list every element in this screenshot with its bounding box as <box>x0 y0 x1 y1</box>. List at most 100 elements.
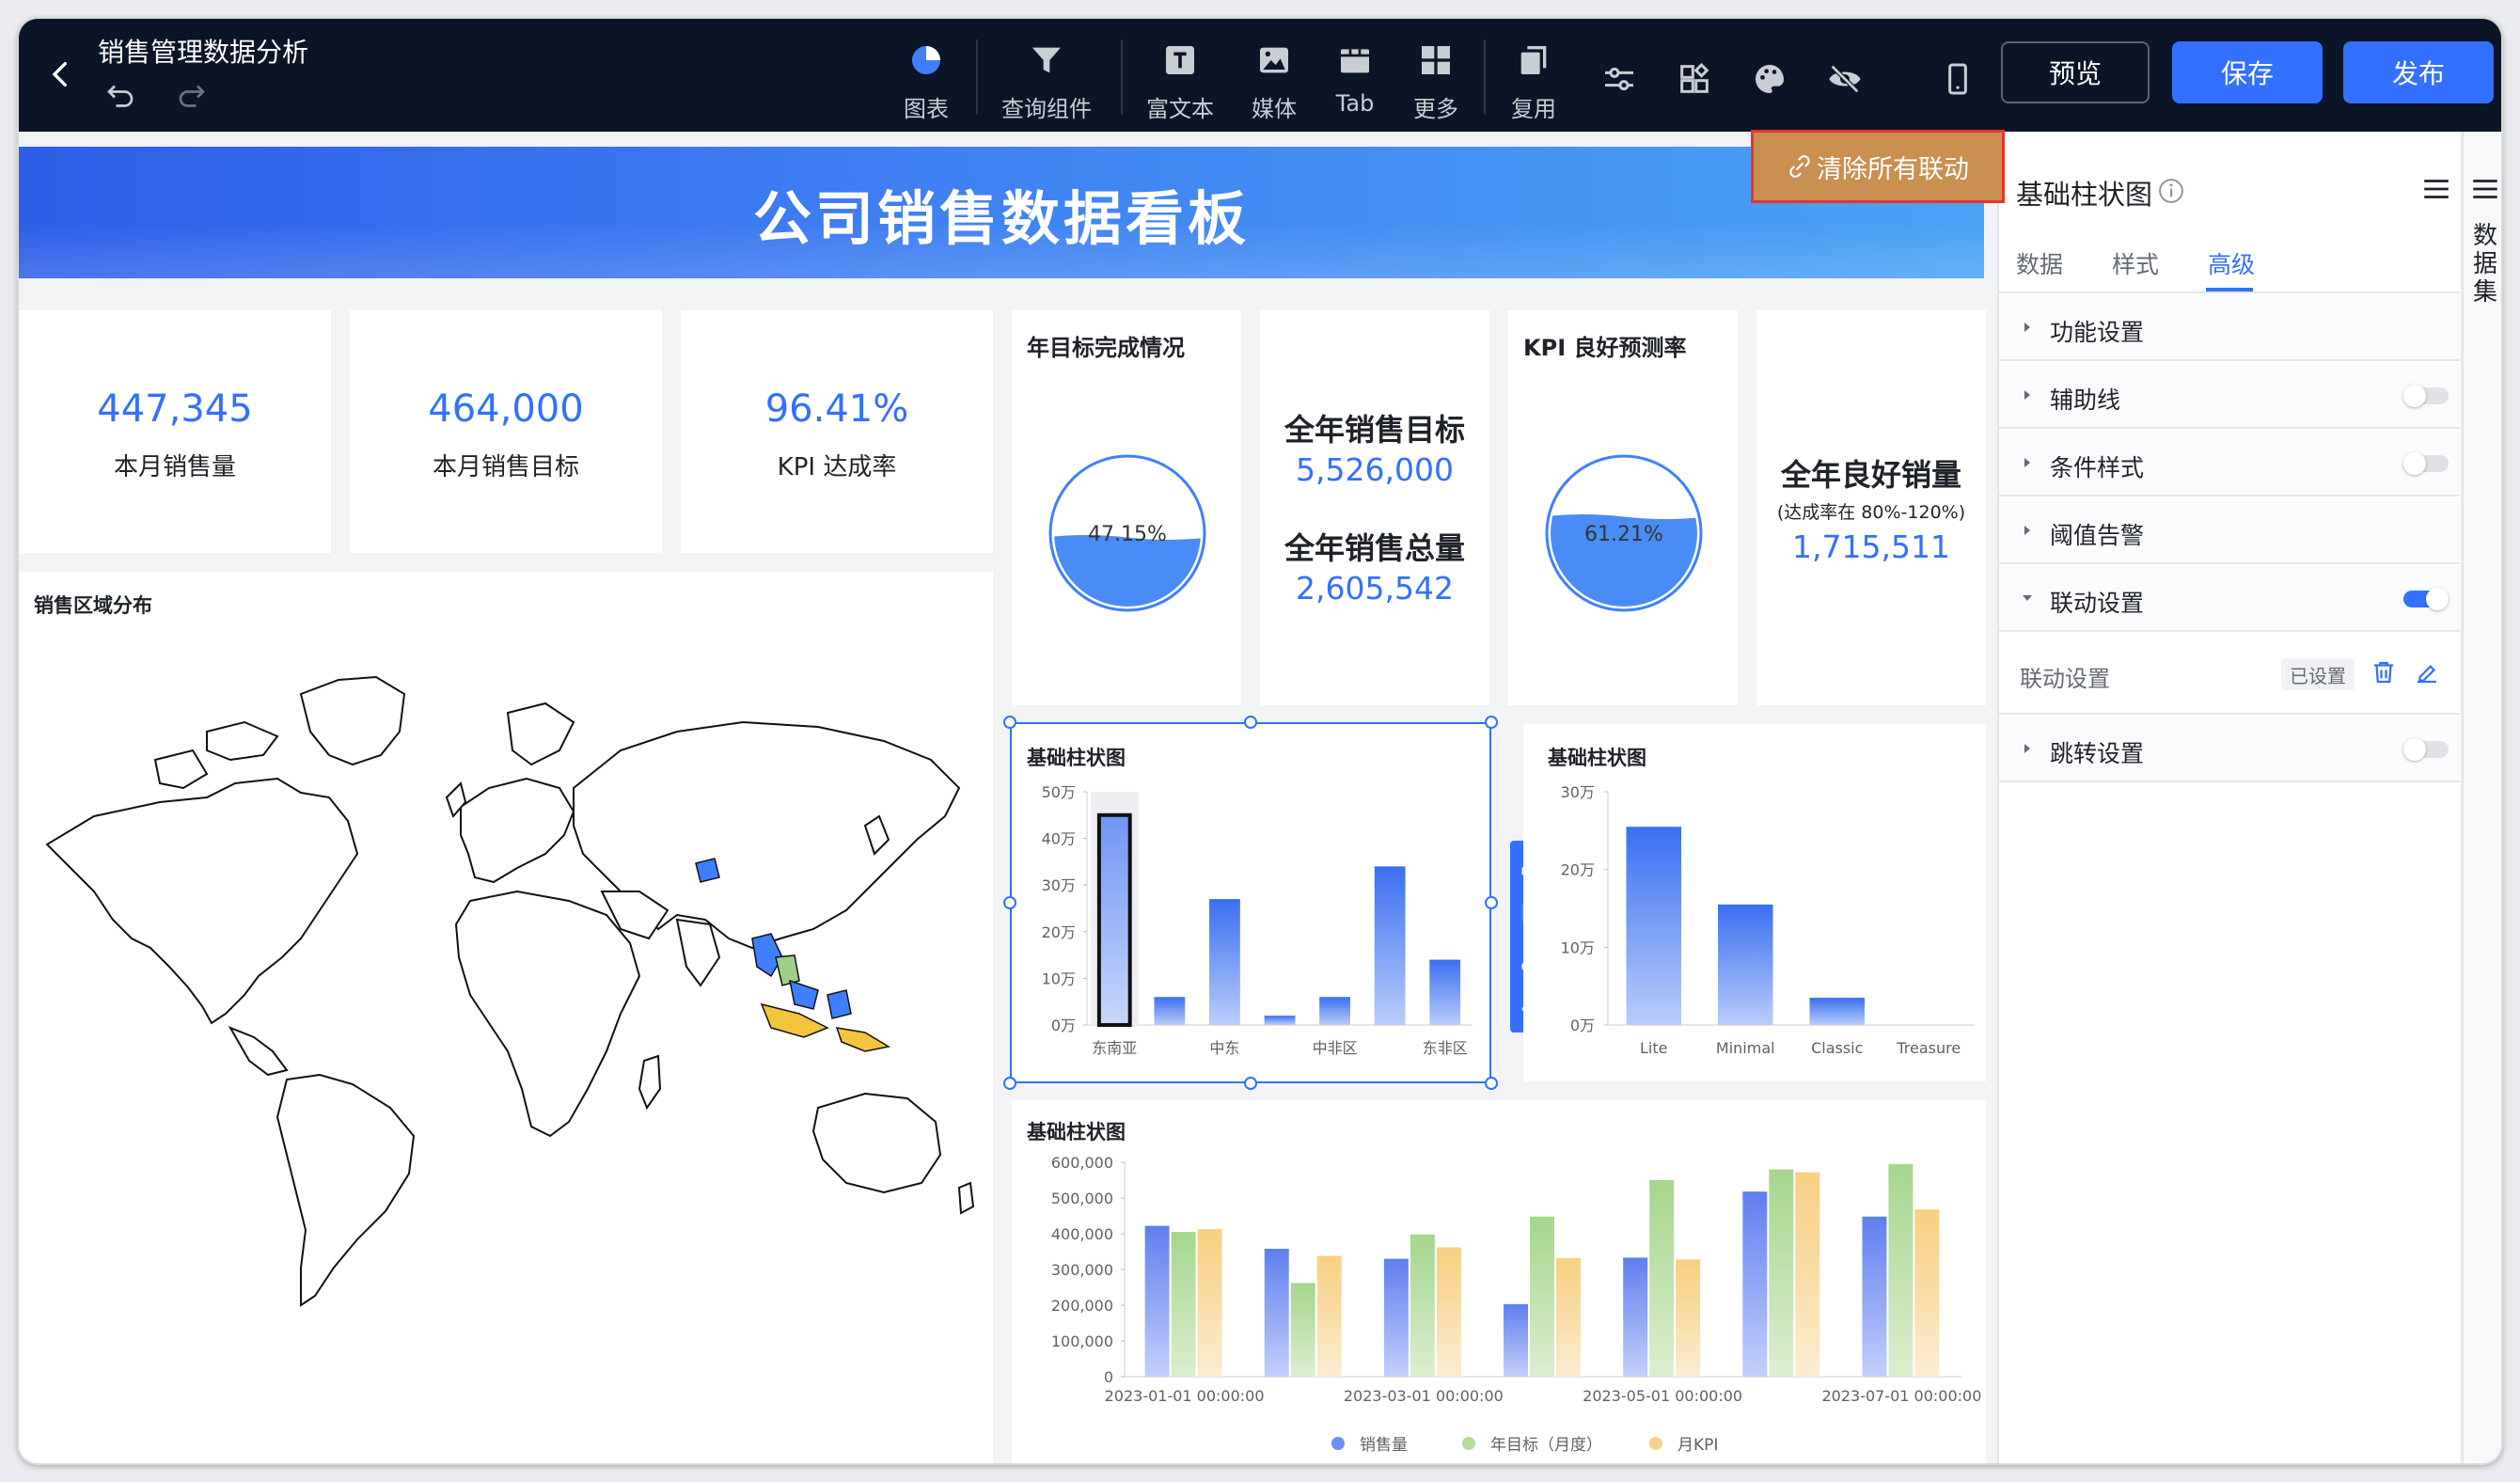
section-label: 联动设置 <box>2050 590 2145 617</box>
bar-chart-card-editions[interactable]: 基础柱状图 0万 10万 20万 30万 Lite Minimal Classic Treas… <box>1523 724 1986 1081</box>
tool-label: 复用 <box>1511 96 1556 122</box>
bar-chart-editions[interactable]: 0万 10万 20万 30万 Lite Minimal Classic Treasure <box>1523 771 1986 1072</box>
top-toolbar: 销售管理数据分析 图表 查询组件 富文本 媒体 Tab 更多 复用 预览 保存 … <box>19 19 2501 132</box>
tool-query[interactable]: 查询组件 <box>995 32 1098 126</box>
jump-toggle[interactable] <box>2403 738 2449 761</box>
bar <box>1795 1172 1820 1377</box>
tool-chart[interactable]: 图表 <box>874 32 978 126</box>
align-button[interactable] <box>1597 56 1642 102</box>
x-tick-label: 2023-01-01 00:00:00 <box>1105 1387 1265 1405</box>
palette-icon <box>1755 65 1784 93</box>
south-america-shape <box>276 1073 416 1307</box>
bar <box>1264 1248 1289 1377</box>
highlight-region <box>835 1027 891 1052</box>
resize-handle[interactable] <box>1003 716 1016 729</box>
info-icon[interactable] <box>2157 177 2185 205</box>
edit-icon[interactable] <box>2413 658 2441 686</box>
linkage-toggle[interactable] <box>2403 588 2449 610</box>
section-jump-settings[interactable]: 跳转设置 <box>1999 717 2460 782</box>
gauge-card-annual-target[interactable]: 年目标完成情况 47.15% <box>1012 310 1241 705</box>
section-linkage[interactable]: 联动设置 <box>1999 566 2460 632</box>
gauge-fill <box>1054 534 1201 607</box>
x-tick-label: Minimal <box>1716 1039 1775 1057</box>
resize-handle[interactable] <box>1485 896 1498 909</box>
bar <box>1530 1216 1554 1377</box>
back-button[interactable] <box>38 51 85 98</box>
section-function-settings[interactable]: 功能设置 <box>1999 295 2460 361</box>
section-threshold-alert[interactable]: 阈值告警 <box>1999 498 2460 564</box>
highlight-region <box>760 1002 829 1038</box>
tool-richtext[interactable]: 富文本 <box>1128 32 1232 126</box>
grouped-bar-chart-card[interactable]: 基础柱状图 0 100,000 200,000 300,000 400,000 500,0… <box>1012 1100 1986 1463</box>
collapse-panel-icon[interactable] <box>2420 173 2452 205</box>
clear-all-links-button[interactable]: 清除所有联动 <box>1751 130 2005 203</box>
target-stats-card[interactable]: 全年销售目标 5,526,000 全年销售总量 2,605,542 <box>1260 310 1489 705</box>
publish-button[interactable]: 发布 <box>2343 41 2494 103</box>
legend-label[interactable]: 月KPI <box>1677 1431 1718 1455</box>
arctic-island-shape <box>153 749 209 790</box>
mobile-view-button[interactable] <box>1935 56 1980 102</box>
save-button[interactable]: 保存 <box>2172 41 2323 103</box>
gauge-value: 61.21% <box>1584 523 1663 546</box>
tool-label: 图表 <box>904 96 949 122</box>
tab-data[interactable]: 数据 <box>2016 246 2063 280</box>
kpi-card-monthly-sales[interactable]: 447,345 本月销售量 <box>19 310 331 553</box>
tab-style[interactable]: 样式 <box>2112 246 2159 280</box>
preview-button[interactable]: 预览 <box>2001 41 2150 103</box>
resize-handle[interactable] <box>1003 1077 1016 1090</box>
conditional-style-toggle[interactable] <box>2403 452 2449 475</box>
legend-label[interactable]: 销售量 <box>1360 1431 1408 1455</box>
bar <box>1914 1209 1940 1377</box>
kpi-card-kpi-rate[interactable]: 96.41% KPI 达成率 <box>681 310 993 553</box>
tool-more[interactable]: 更多 <box>1384 32 1488 126</box>
highlight-region <box>695 858 720 883</box>
hide-button[interactable] <box>1822 56 1867 102</box>
y-tick-label: 0 <box>1104 1368 1113 1386</box>
dataset-rail[interactable]: 数据集 <box>2462 132 2501 1463</box>
theme-button[interactable] <box>1747 56 1792 102</box>
resize-handle[interactable] <box>1244 1077 1257 1090</box>
bar <box>1197 1229 1222 1377</box>
bar <box>1436 1247 1461 1377</box>
india-shape <box>675 918 721 987</box>
tool-reuse[interactable]: 复用 <box>1482 32 1585 126</box>
undo-button[interactable] <box>103 79 141 117</box>
tool-label: Tab <box>1335 90 1375 117</box>
bar <box>1649 1180 1675 1377</box>
world-map <box>45 675 975 1307</box>
new-zealand-shape <box>957 1181 975 1215</box>
map-card[interactable]: 销售区域分布 <box>19 572 993 1463</box>
gauge-card-kpi-forecast[interactable]: KPI 良好预测率 61.21% <box>1508 310 1738 705</box>
pie-chart-icon <box>912 46 940 74</box>
tool-label: 富文本 <box>1146 96 1214 122</box>
section-conditional-style[interactable]: 条件样式 <box>1999 431 2460 497</box>
dashboard-banner: 公司销售数据看板 <box>19 147 1984 278</box>
layout-button[interactable] <box>1672 56 1717 102</box>
tab-advanced[interactable]: 高级 <box>2208 246 2255 280</box>
good-sales-card[interactable]: 全年良好销量 (达成率在 80%-120%) 1,715,511 <box>1756 310 1986 705</box>
madagascar-shape <box>638 1054 662 1111</box>
resize-handle[interactable] <box>1244 716 1257 729</box>
arctic-island-shape <box>206 720 279 762</box>
legend-label[interactable]: 年目标（月度） <box>1490 1431 1602 1455</box>
resize-handle[interactable] <box>1485 1077 1498 1090</box>
bar <box>1809 998 1865 1025</box>
stat-label: 全年销售目标 <box>1284 412 1465 448</box>
grouped-bar-chart[interactable]: 0 100,000 200,000 300,000 400,000 500,000 600,… <box>1012 1142 1986 1424</box>
resize-handle[interactable] <box>1003 896 1016 909</box>
dashboard-title: 公司销售数据看板 <box>752 184 1250 253</box>
trash-icon[interactable] <box>2370 658 2398 686</box>
section-guide-line[interactable]: 辅助线 <box>1999 363 2460 429</box>
kpi-card-monthly-target[interactable]: 464,000 本月销售目标 <box>350 310 662 553</box>
bar <box>1171 1232 1196 1377</box>
unlink-icon <box>1789 155 1810 178</box>
stat-label: 全年良好销量 <box>1780 457 1961 493</box>
africa-shape <box>454 890 641 1138</box>
card-title: 基础柱状图 <box>1548 747 1646 769</box>
chart-legend: 销售量 年目标（月度） 月KPI <box>1331 1431 1718 1455</box>
guide-line-toggle[interactable] <box>2403 385 2449 407</box>
bar <box>1623 1257 1648 1377</box>
redo-button[interactable] <box>175 79 213 117</box>
collapse-dataset-icon[interactable] <box>2469 173 2501 205</box>
resize-handle[interactable] <box>1485 716 1498 729</box>
